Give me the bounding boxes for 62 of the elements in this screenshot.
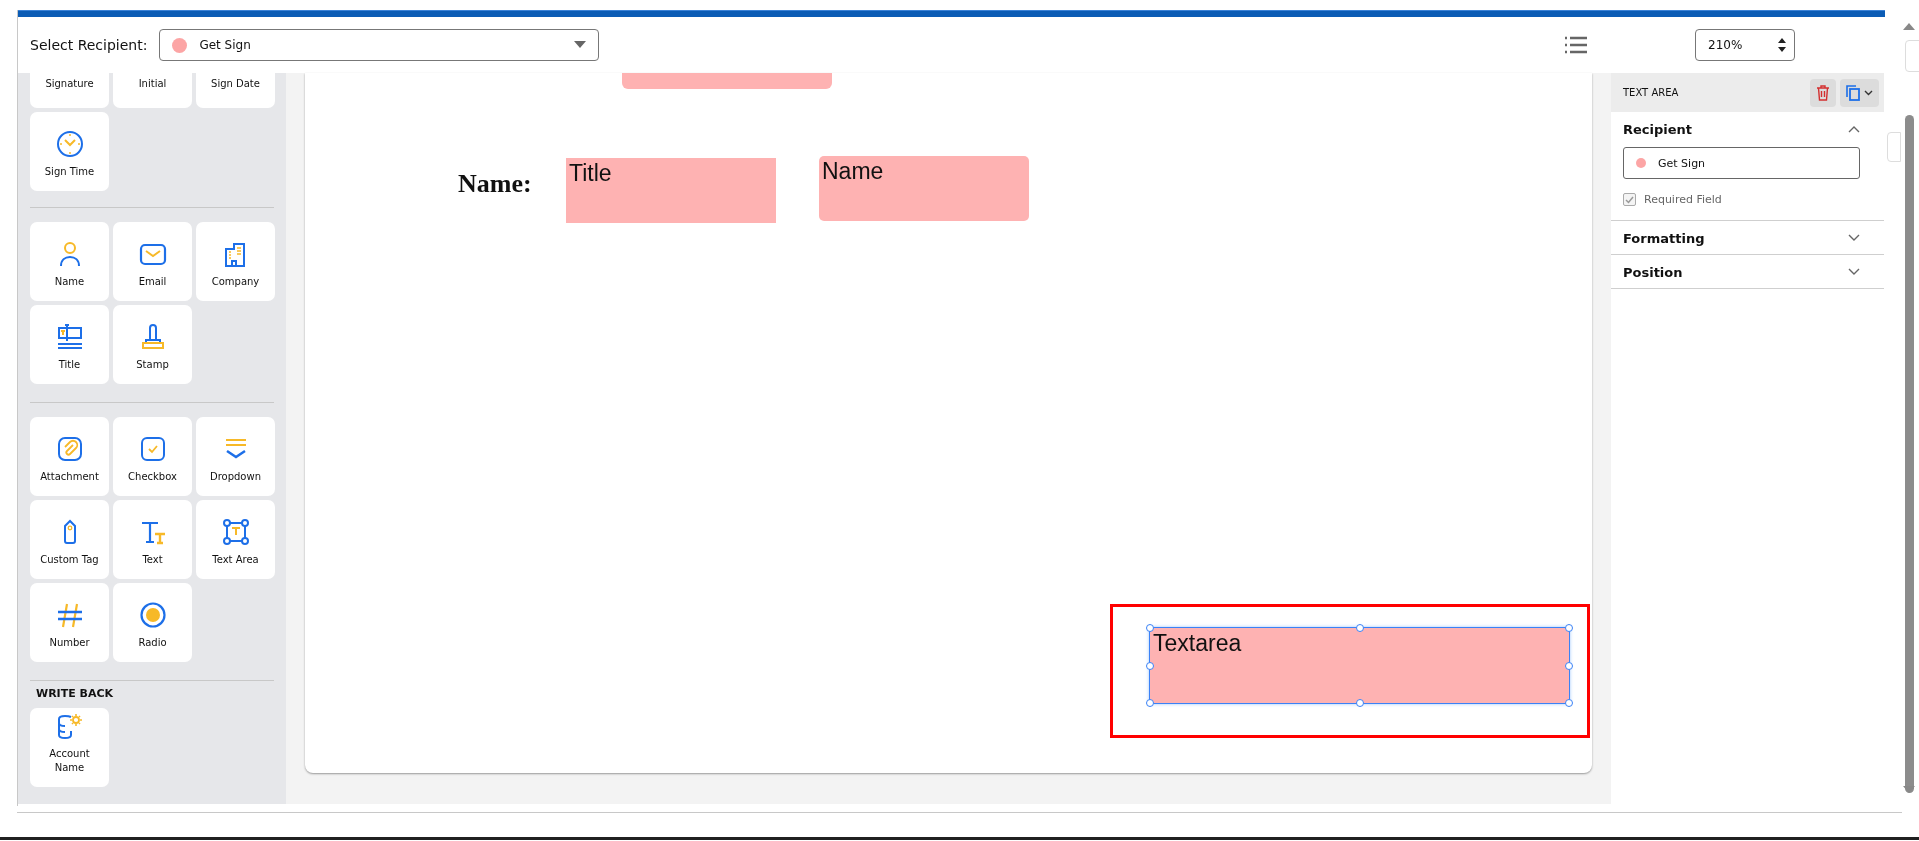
field-tile[interactable]: Sign Time: [30, 112, 109, 191]
resize-handle[interactable]: [1146, 624, 1154, 632]
hash-icon: [55, 601, 84, 629]
section-header[interactable]: Formatting: [1623, 221, 1860, 254]
scroll-down-icon: [1903, 786, 1915, 794]
scrollbar-thumb[interactable]: [1905, 115, 1914, 793]
scroll-up-icon: [1903, 22, 1915, 30]
panel-title: TEXT AREA: [1623, 87, 1680, 98]
field-tile[interactable]: Email: [113, 222, 192, 301]
recipient-select[interactable]: Get Sign: [159, 29, 600, 61]
paperclip-icon: [55, 435, 84, 463]
form-field[interactable]: Title: [566, 158, 776, 223]
radio-icon: [138, 601, 167, 629]
chevron-down-icon: [1848, 234, 1860, 242]
field-tile[interactable]: Custom Tag: [30, 500, 109, 579]
delete-button[interactable]: [1810, 78, 1836, 107]
field-tile[interactable]: Number: [30, 583, 109, 662]
required-label: Required Field: [1644, 193, 1722, 206]
field-tile[interactable]: Signature: [30, 73, 109, 108]
field-tile[interactable]: Initial: [113, 73, 192, 108]
resize-handle[interactable]: [1565, 661, 1573, 670]
trash-icon: [1816, 84, 1830, 101]
list-icon[interactable]: [1565, 36, 1587, 54]
field-tile[interactable]: Text: [113, 500, 192, 579]
copy-button[interactable]: [1840, 78, 1879, 107]
resize-handle[interactable]: [1565, 624, 1573, 632]
text-area-icon: [221, 518, 250, 546]
zoom-spinner[interactable]: 210%: [1695, 29, 1795, 61]
title-field-icon: [55, 323, 84, 351]
recipient-field[interactable]: Get Sign: [1623, 147, 1860, 179]
section-heading: WRITE BACK: [35, 686, 115, 702]
form-field[interactable]: Name: [819, 156, 1029, 221]
resize-handle[interactable]: [1565, 699, 1573, 707]
field-tile[interactable]: Title: [30, 305, 109, 384]
field-tile[interactable]: Attachment: [30, 417, 109, 496]
copy-icon: [1846, 84, 1860, 101]
checkbox-icon: [138, 435, 167, 463]
resize-handle[interactable]: [1355, 624, 1364, 632]
document-label: Name:: [458, 169, 532, 199]
chevron-up-icon: [1848, 125, 1860, 133]
caret-icon: [1864, 89, 1873, 96]
recipient-label: Select Recipient:: [30, 37, 148, 53]
section-header[interactable]: Position: [1623, 255, 1860, 288]
section-header[interactable]: Recipient: [1623, 112, 1860, 145]
resize-handle[interactable]: [1146, 661, 1154, 670]
field-tile[interactable]: Radio: [113, 583, 192, 662]
field-tile[interactable]: Name: [30, 222, 109, 301]
resize-handle[interactable]: [1355, 699, 1364, 707]
field-tile[interactable]: Checkbox: [113, 417, 192, 496]
field-tile[interactable]: Company: [196, 222, 275, 301]
field-tile[interactable]: Account Name: [30, 708, 109, 787]
form-field[interactable]: Textarea: [1150, 628, 1569, 703]
field-tile[interactable]: Dropdown: [196, 417, 275, 496]
resize-handle[interactable]: [1146, 699, 1154, 707]
field-tile[interactable]: Stamp: [113, 305, 192, 384]
spinner-arrows-icon: [1778, 37, 1786, 53]
field-tile[interactable]: Sign Date: [196, 73, 275, 108]
database-gear-icon: [55, 712, 84, 740]
clock-icon: [55, 130, 84, 158]
field-tile[interactable]: Text Area: [196, 500, 275, 579]
chevron-down-icon: [1848, 268, 1860, 276]
dropdown-arrow-icon: [574, 41, 587, 49]
